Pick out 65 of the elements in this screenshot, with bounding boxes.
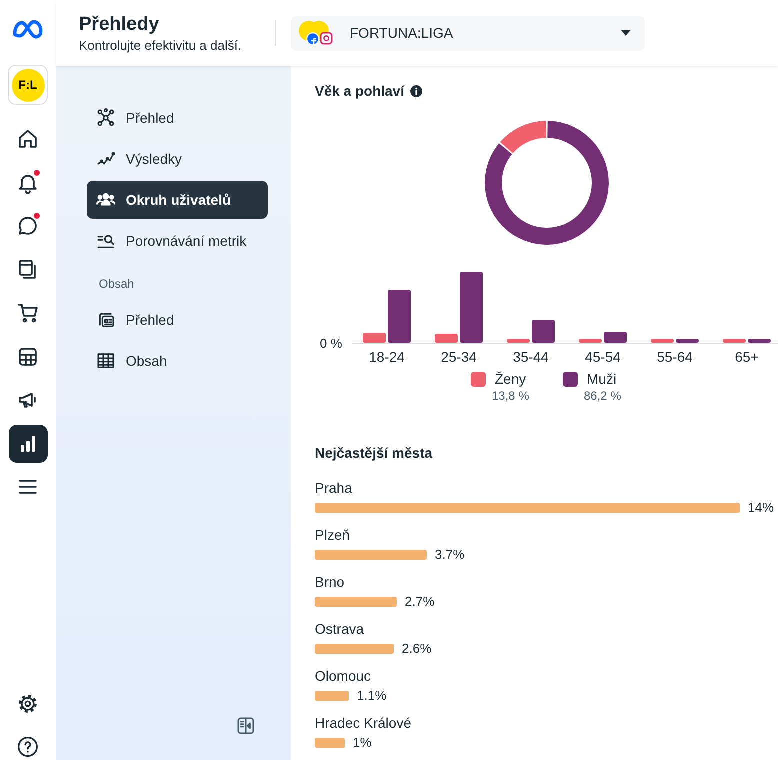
city-percentage: 3.7%	[435, 547, 465, 563]
table-icon	[96, 351, 116, 371]
chart-bar	[723, 339, 746, 343]
sidebar-item[interactable]: Přehled	[87, 301, 268, 339]
category-label: 18-24	[369, 348, 405, 366]
sidebar-item[interactable]: Obsah	[87, 342, 268, 380]
sidebar-item[interactable]: Okruh uživatelů	[87, 181, 268, 219]
chart-bar	[604, 332, 627, 343]
legend-label: Muži	[587, 370, 618, 388]
chart-bar	[651, 339, 674, 343]
city-percentage: 2.7%	[405, 594, 435, 610]
cart-icon	[16, 301, 40, 325]
category-label: 55-64	[657, 348, 693, 366]
account-dropdown[interactable]: FORTUNA:LIGA	[291, 16, 645, 50]
chart-bar	[532, 320, 555, 343]
city-name: Praha	[315, 479, 354, 498]
chart-bar	[507, 339, 530, 343]
chart-bar	[676, 339, 699, 343]
category-label: 25-34	[441, 348, 477, 366]
sidebar-item[interactable]: Výsledky	[87, 140, 268, 178]
chat-bubble-icon	[16, 214, 40, 238]
legend-label: Ženy	[495, 370, 528, 388]
category-label: 35-44	[513, 348, 549, 366]
page-title: Přehledy	[79, 12, 160, 36]
city-percentage: 2.6%	[402, 641, 432, 657]
panel-toggle-icon	[236, 716, 256, 736]
legend-value: 13,8 %	[492, 388, 530, 404]
city-bar	[315, 738, 345, 748]
caret-icon	[620, 29, 632, 37]
home-icon	[16, 127, 40, 151]
sidebar-item[interactable]: Porovnávání metrik	[87, 222, 268, 260]
city-percentage: 1.1%	[357, 688, 387, 704]
city-name: Olomouc	[315, 667, 372, 686]
chart-bar	[579, 339, 602, 343]
account-avatars-icon	[298, 20, 336, 46]
profile-avatar[interactable]: F:L	[8, 65, 48, 105]
help-icon	[17, 736, 39, 758]
help-button[interactable]	[16, 735, 40, 759]
section-title: Nejčastější města	[315, 444, 434, 463]
chart-bar	[460, 272, 483, 343]
legend-value: 86,2 %	[584, 388, 622, 404]
page-subtitle: Kontrolujte efektivitu a další.	[79, 36, 243, 54]
settings-button[interactable]	[16, 692, 40, 716]
category-label: 65+	[735, 348, 759, 366]
city-name: Ostrava	[315, 620, 366, 639]
chart-bar	[388, 290, 411, 343]
city-name: Plzeň	[315, 526, 352, 545]
section-heading: Obsah	[98, 276, 136, 292]
axis-label: 0 %	[320, 336, 342, 351]
city-percentage: 1%	[353, 735, 372, 751]
city-bar	[315, 691, 349, 701]
category-label: 45-54	[585, 348, 621, 366]
sidebar-item[interactable]: Přehled	[87, 99, 268, 137]
chart-bar	[748, 339, 771, 343]
collapse-sidebar-button[interactable]	[236, 716, 256, 736]
city-name: Brno	[315, 573, 346, 592]
network-icon	[96, 108, 116, 128]
city-percentage: 14%	[748, 500, 774, 516]
settings-icon	[17, 693, 39, 715]
info-icon	[410, 84, 424, 98]
chart-bar	[435, 334, 458, 343]
nav-rail-button[interactable]	[8, 424, 48, 462]
section-title: Věk a pohlaví	[315, 82, 404, 101]
chart-bar	[363, 333, 386, 343]
city-name: Hradec Králové	[315, 714, 412, 733]
